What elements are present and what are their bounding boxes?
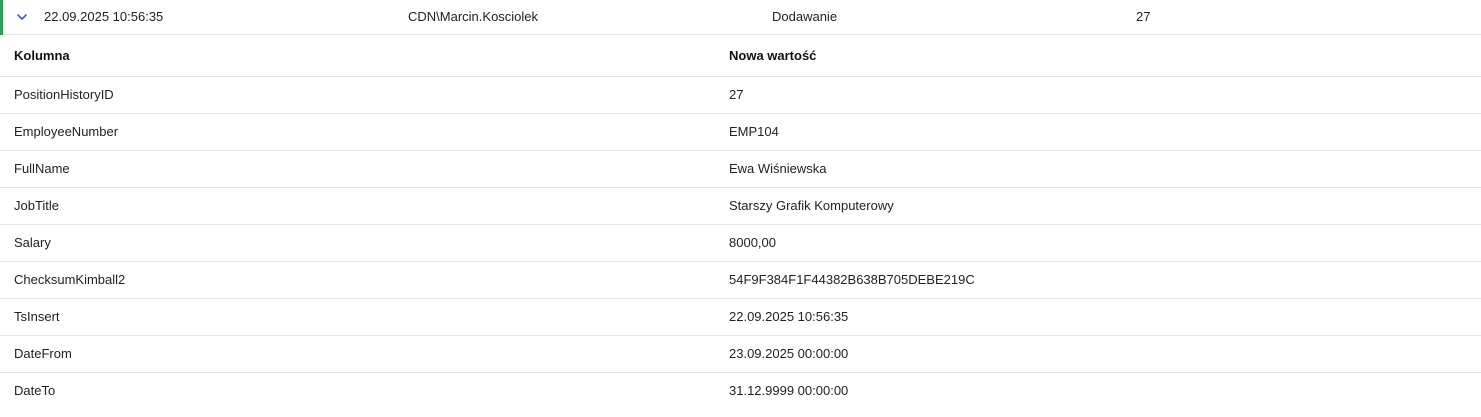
row-column-name: JobTitle [14, 198, 60, 213]
table-row: PositionHistoryID 27 [0, 77, 1481, 114]
row-column-name: EmployeeNumber [14, 124, 119, 139]
table-row: DateFrom 23.09.2025 00:00:00 [0, 336, 1481, 373]
row-column-name: DateFrom [14, 346, 72, 361]
audit-log-panel: 22.09.2025 10:56:35 CDN\Marcin.Kosciolek… [0, 0, 1481, 417]
table-row: JobTitle Starszy Grafik Komputerowy [0, 188, 1481, 225]
table-row: EmployeeNumber EMP104 [0, 114, 1481, 151]
table-row: DateTo 31.12.9999 00:00:00 [0, 373, 1481, 410]
row-column-name: TsInsert [14, 309, 60, 324]
table-row: Salary 8000,00 [0, 225, 1481, 262]
row-column-name: FullName [14, 161, 70, 176]
row-new-value: 23.09.2025 00:00:00 [729, 346, 849, 361]
table-header-row: Kolumna Nowa wartość [0, 35, 1481, 77]
column-header-kolumna: Kolumna [14, 48, 70, 63]
selection-accent-bar [0, 0, 3, 35]
column-header-new-value: Nowa wartość [729, 48, 817, 63]
row-new-value: 31.12.9999 00:00:00 [729, 383, 849, 398]
entry-operation: Dodawanie [772, 9, 838, 24]
entry-user: CDN\Marcin.Kosciolek [408, 9, 539, 24]
audit-entry-row[interactable]: 22.09.2025 10:56:35 CDN\Marcin.Kosciolek… [0, 0, 1481, 35]
row-new-value: EMP104 [729, 124, 779, 139]
row-new-value: 22.09.2025 10:56:35 [729, 309, 849, 324]
entry-timestamp: 22.09.2025 10:56:35 [44, 9, 164, 24]
table-row: ChecksumKimball2 54F9F384F1F44382B638B70… [0, 262, 1481, 299]
row-new-value: Ewa Wiśniewska [729, 161, 827, 176]
row-column-name: DateTo [14, 383, 56, 398]
row-new-value: 8000,00 [729, 235, 776, 250]
table-row: FullName Ewa Wiśniewska [0, 151, 1481, 188]
change-details-table: Kolumna Nowa wartość PositionHistoryID 2… [0, 35, 1481, 410]
row-new-value: 27 [729, 87, 744, 102]
entry-record-id: 27 [1136, 9, 1151, 24]
row-new-value: Starszy Grafik Komputerowy [729, 198, 894, 213]
chevron-down-icon[interactable] [15, 10, 29, 24]
table-row: TsInsert 22.09.2025 10:56:35 [0, 299, 1481, 336]
row-column-name: PositionHistoryID [14, 87, 114, 102]
row-column-name: ChecksumKimball2 [14, 272, 126, 287]
row-new-value: 54F9F384F1F44382B638B705DEBE219C [729, 272, 975, 287]
row-column-name: Salary [14, 235, 51, 250]
